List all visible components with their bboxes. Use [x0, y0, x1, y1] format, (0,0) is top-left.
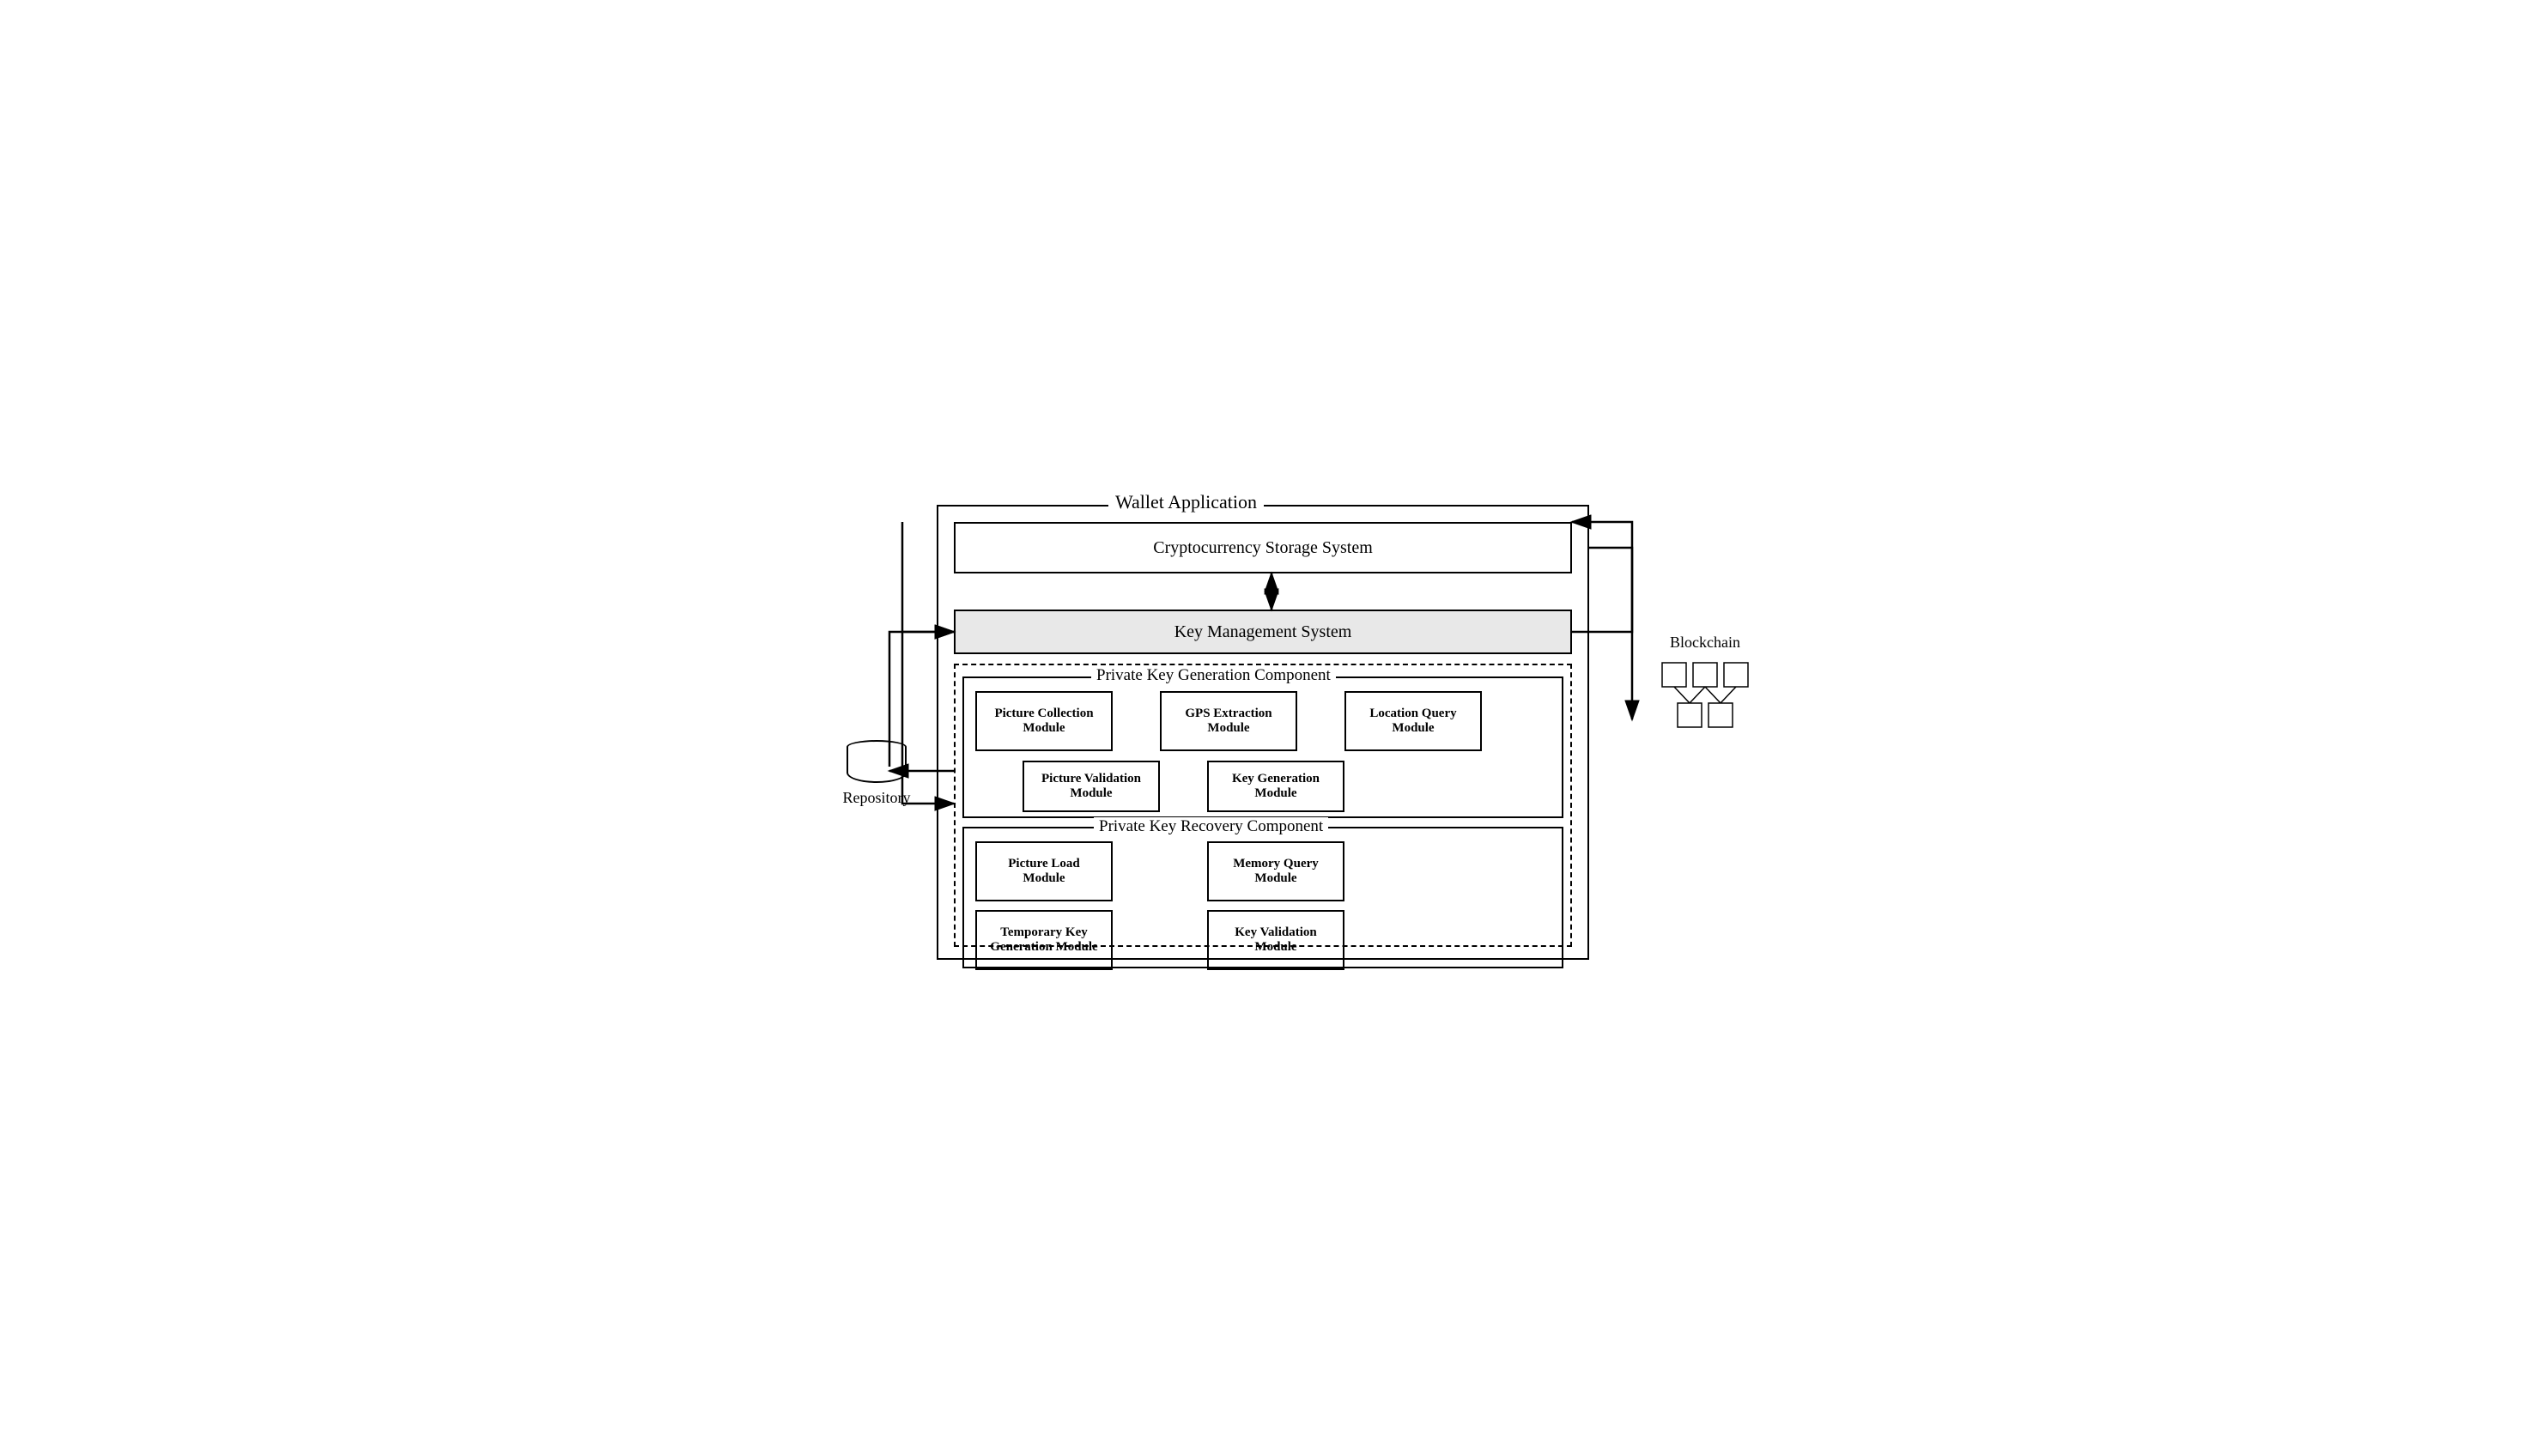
- key-generation-module: Key Generation Module: [1207, 761, 1344, 812]
- key-generation-label: Key Generation Module: [1232, 772, 1320, 801]
- temp-key-gen-label: Temporary Key Generation Module: [990, 925, 1097, 955]
- picture-validation-label: Picture Validation Module: [1041, 772, 1141, 801]
- gps-extraction-module: GPS Extraction Module: [1160, 691, 1297, 751]
- kms-box: Key Management System: [954, 610, 1572, 654]
- key-validation-module: Key Validation Module: [1207, 910, 1344, 970]
- temp-key-gen-module: Temporary Key Generation Module: [975, 910, 1113, 970]
- key-validation-label: Key Validation Module: [1235, 925, 1316, 955]
- gps-extraction-label: GPS Extraction Module: [1185, 707, 1272, 736]
- picture-collection-module: Picture Collection Module: [975, 691, 1113, 751]
- picture-collection-label: Picture Collection Module: [994, 707, 1093, 736]
- blockchain-container: Blockchain: [1654, 634, 1757, 740]
- crypto-storage-label: Cryptocurrency Storage System: [1153, 538, 1373, 558]
- memory-query-module: Memory Query Module: [1207, 841, 1344, 901]
- crypto-storage-box: Cryptocurrency Storage System: [954, 522, 1572, 573]
- picture-load-label: Picture Load Module: [1008, 857, 1079, 886]
- repository-icon: [847, 737, 907, 784]
- location-query-module: Location Query Module: [1344, 691, 1482, 751]
- pkr-label: Private Key Recovery Component: [1094, 817, 1328, 836]
- repository-container: Repository: [834, 737, 919, 807]
- picture-load-module: Picture Load Module: [975, 841, 1113, 901]
- kms-label: Key Management System: [1174, 622, 1352, 642]
- wallet-app-label: Wallet Application: [1108, 491, 1264, 513]
- memory-query-label: Memory Query Module: [1233, 857, 1319, 886]
- pkg-label: Private Key Generation Component: [1091, 666, 1336, 685]
- blockchain-icon: [1658, 658, 1752, 736]
- repository-label: Repository: [834, 789, 919, 807]
- diagram-container: Wallet Application Cryptocurrency Storag…: [885, 479, 1658, 977]
- blockchain-label: Blockchain: [1654, 634, 1757, 652]
- picture-validation-module: Picture Validation Module: [1023, 761, 1160, 812]
- location-query-label: Location Query Module: [1369, 707, 1456, 736]
